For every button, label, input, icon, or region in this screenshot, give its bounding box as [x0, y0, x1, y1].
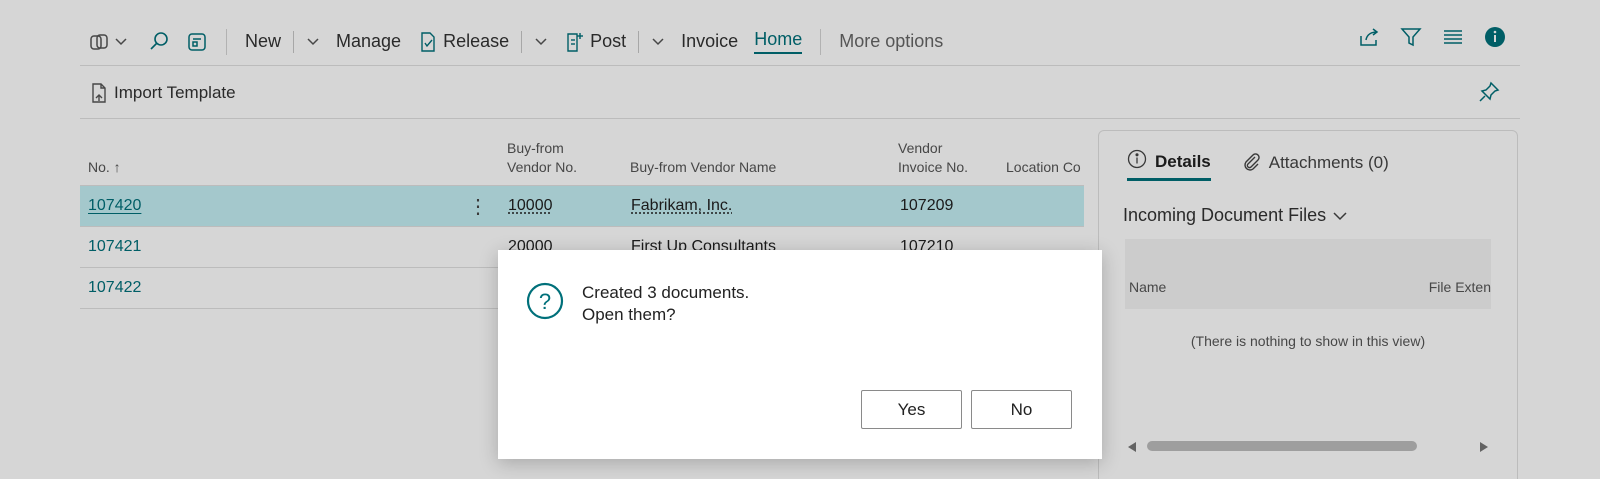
dialog-message-line2: Open them?	[582, 305, 676, 324]
dialog-message: Created 3 documents. Open them?	[582, 282, 749, 326]
yes-button[interactable]: Yes	[861, 390, 962, 429]
no-button[interactable]: No	[971, 390, 1072, 429]
dialog-message-line1: Created 3 documents.	[582, 283, 750, 302]
confirm-dialog: ? Created 3 documents. Open them? Yes No	[498, 250, 1102, 459]
question-icon: ?	[526, 282, 564, 325]
svg-text:?: ?	[539, 289, 551, 314]
